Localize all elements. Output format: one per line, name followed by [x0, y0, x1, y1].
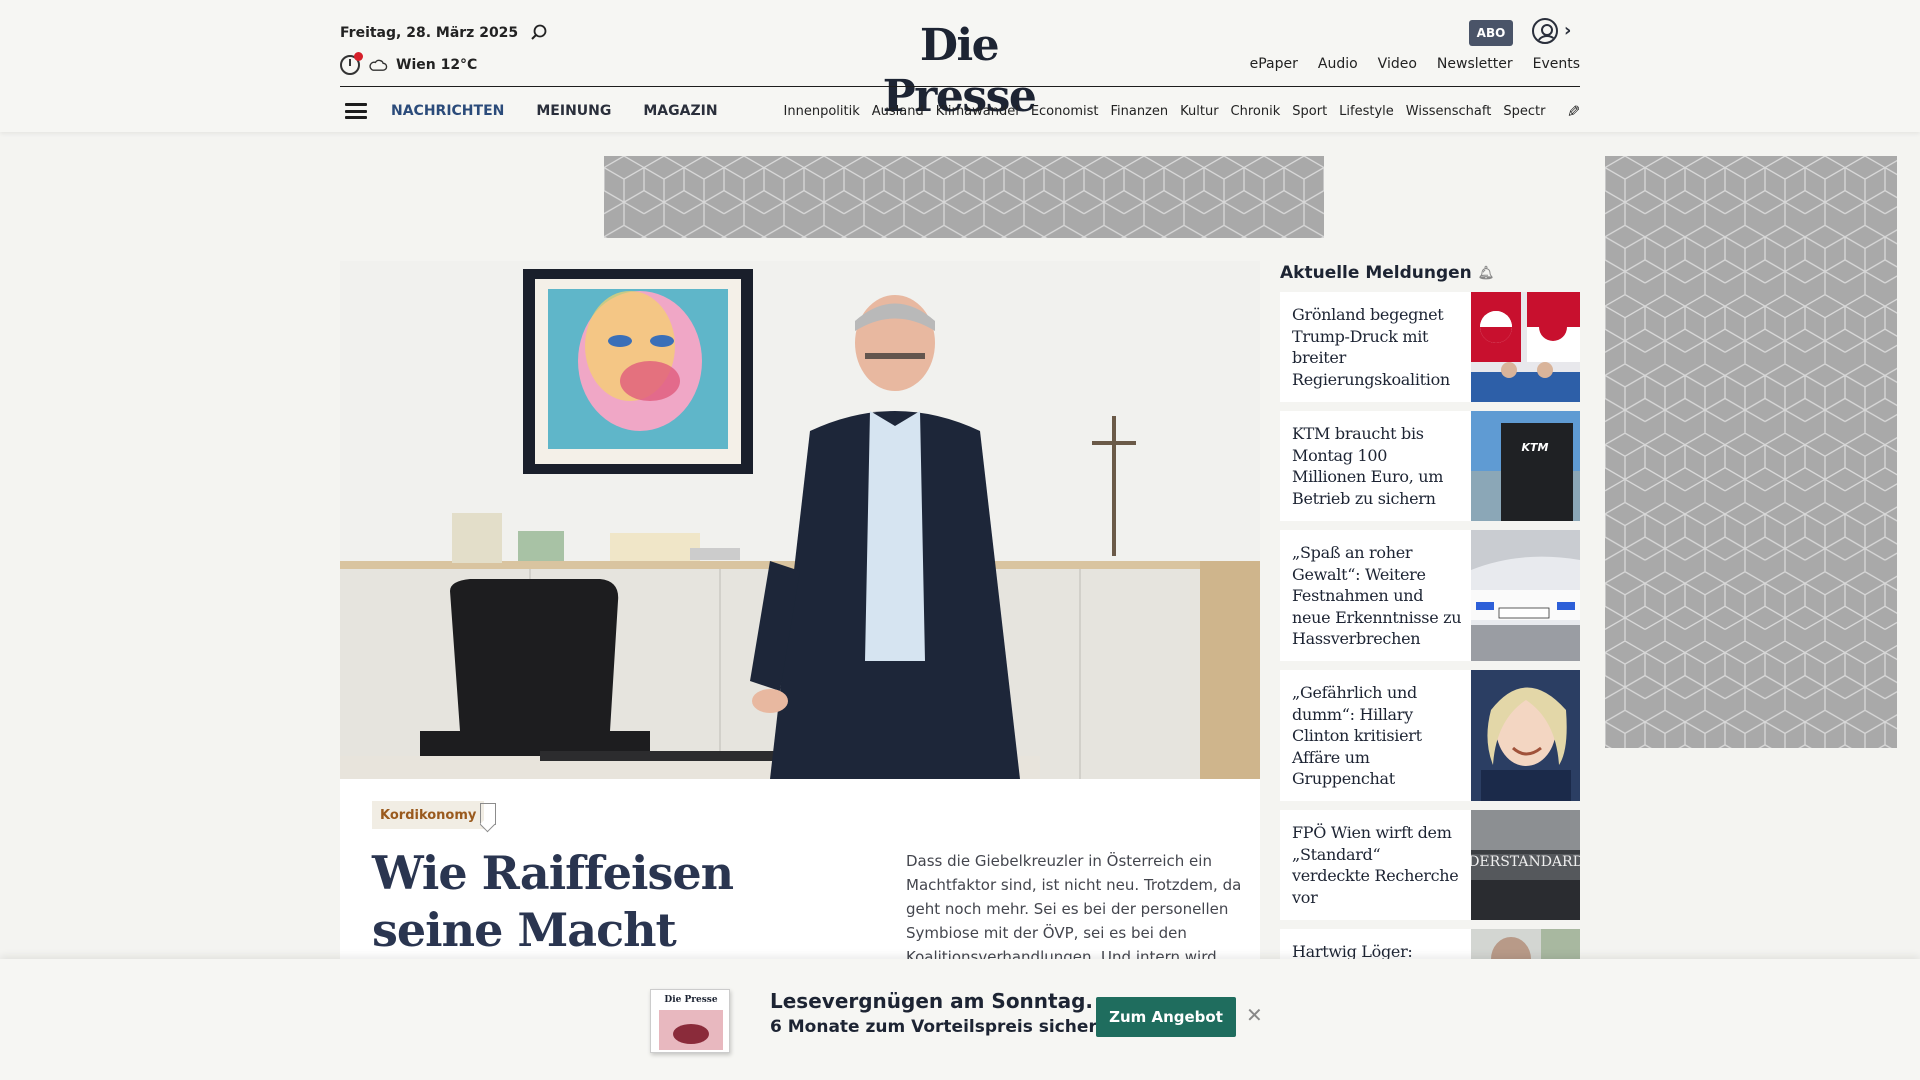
- nav-sub-sections: Innenpolitik Ausland Klimawandel Economi…: [784, 104, 1546, 119]
- news-ticker-heading: Aktuelle Meldungen: [1280, 263, 1472, 283]
- nav-sub-economist[interactable]: Economist: [1031, 104, 1099, 119]
- nav-sub-klimawandel[interactable]: Klimawandel: [936, 104, 1019, 119]
- ad-banner-top[interactable]: [604, 156, 1324, 238]
- nav-sub-lifestyle[interactable]: Lifestyle: [1339, 104, 1394, 119]
- link-epaper[interactable]: ePaper: [1250, 56, 1298, 72]
- bookmark-icon[interactable]: [480, 803, 496, 825]
- menu-icon[interactable]: [345, 103, 367, 119]
- offer-button[interactable]: Zum Angebot: [1096, 997, 1236, 1037]
- news-item-title: „Gefährlich und dumm“: Hillary Clinton k…: [1292, 683, 1422, 788]
- subscription-banner: Die Presse Lesevergnügen am Sonntag. 6 M…: [0, 959, 1920, 1080]
- nav-sub-innenpolitik[interactable]: Innenpolitik: [784, 104, 860, 119]
- nav-main-sections: NACHRICHTEN MEINUNG MAGAZIN: [391, 103, 718, 119]
- notification-dot: [354, 52, 363, 61]
- news-thumbnail: [1471, 530, 1580, 661]
- cloud-icon: [369, 59, 388, 71]
- bell-icon[interactable]: 🔔︎: [1478, 266, 1495, 281]
- news-thumbnail: KTM: [1471, 411, 1580, 521]
- nav-sub-finanzen[interactable]: Finanzen: [1110, 104, 1168, 119]
- standard-thumb-label: DERSTANDARD: [1471, 854, 1580, 870]
- news-item-title: „Spaß an roher Gewalt“: Weitere Festnahm…: [1292, 543, 1462, 648]
- ad-placeholder-pattern: [604, 156, 1324, 238]
- search-icon[interactable]: [530, 24, 548, 42]
- nav-sub-sport[interactable]: Sport: [1292, 104, 1327, 119]
- banner-subtitle: 6 Monate zum Vorteilspreis sichern.: [770, 1017, 1116, 1037]
- close-icon[interactable]: ✕: [1246, 1003, 1263, 1027]
- link-events[interactable]: Events: [1533, 56, 1580, 72]
- nav-sub-spectrum[interactable]: Spectrum: [1503, 104, 1545, 119]
- newspaper-thumbnail: Die Presse: [650, 989, 730, 1053]
- news-item[interactable]: „Gefährlich und dumm“: Hillary Clinton k…: [1280, 670, 1580, 801]
- thumb-brand: Die Presse: [664, 995, 717, 1005]
- news-thumbnail: DERSTANDARD: [1471, 810, 1580, 920]
- news-item[interactable]: Grönland begegnet Trump-Druck mit breite…: [1280, 292, 1580, 402]
- nav-sub-wissenschaft[interactable]: Wissenschaft: [1406, 104, 1492, 119]
- chevron-right-icon[interactable]: ›: [1564, 20, 1571, 41]
- clock-icon[interactable]: [340, 52, 363, 75]
- link-video[interactable]: Video: [1378, 56, 1417, 72]
- news-item-title: FPÖ Wien wirft dem „Standard“ verdeckte …: [1292, 823, 1459, 907]
- article-kicker[interactable]: Kordikonomy: [372, 801, 485, 829]
- abo-button[interactable]: ABO: [1469, 20, 1513, 46]
- header-divider: [340, 86, 1580, 87]
- user-account-icon[interactable]: [1532, 18, 1558, 44]
- nav-sub-chronik[interactable]: Chronik: [1231, 104, 1281, 119]
- ktm-thumb-label: KTM: [1522, 441, 1549, 454]
- service-links: ePaper Audio Video Newsletter Events: [1250, 56, 1580, 72]
- link-audio[interactable]: Audio: [1318, 56, 1358, 72]
- news-item-title: Grönland begegnet Trump-Druck mit breite…: [1292, 305, 1450, 389]
- link-newsletter[interactable]: Newsletter: [1437, 56, 1513, 72]
- ad-placeholder-pattern: [1605, 156, 1897, 748]
- nav-item-magazin[interactable]: MAGAZIN: [643, 103, 717, 119]
- article-teaser-card[interactable]: Kordikonomy Wie Raiffeisen seine Macht a…: [340, 779, 1260, 1014]
- nav-item-nachrichten[interactable]: NACHRICHTEN: [391, 103, 504, 119]
- news-thumbnail: [1471, 670, 1580, 801]
- hero-photo: [340, 261, 1260, 779]
- news-item[interactable]: FPÖ Wien wirft dem „Standard“ verdeckte …: [1280, 810, 1580, 920]
- edit-pen-icon[interactable]: ✎: [1567, 102, 1580, 121]
- ad-skyscraper-right[interactable]: [1605, 156, 1897, 748]
- main-navigation: NACHRICHTEN MEINUNG MAGAZIN Innenpolitik…: [340, 96, 1580, 126]
- banner-title: Lesevergnügen am Sonntag.: [770, 989, 1094, 1013]
- news-item[interactable]: „Spaß an roher Gewalt“: Weitere Festnahm…: [1280, 530, 1580, 661]
- news-thumbnail: [1471, 292, 1580, 402]
- article-hero-image[interactable]: [340, 261, 1260, 779]
- current-date: Freitag, 28. März 2025: [340, 25, 519, 41]
- site-header: Freitag, 28. März 2025 Wien 12°C Die Pre…: [0, 0, 1920, 132]
- date-bar: Freitag, 28. März 2025: [340, 24, 548, 42]
- news-ticker-title: Aktuelle Meldungen 🔔︎: [1280, 263, 1494, 283]
- news-item[interactable]: KTM braucht bis Montag 100 Millionen Eur…: [1280, 411, 1580, 521]
- weather-widget[interactable]: Wien 12°C: [340, 52, 478, 75]
- news-item-title: KTM braucht bis Montag 100 Millionen Eur…: [1292, 424, 1444, 508]
- nav-sub-kultur[interactable]: Kultur: [1180, 104, 1218, 119]
- nav-sub-ausland[interactable]: Ausland: [872, 104, 924, 119]
- nav-item-meinung[interactable]: MEINUNG: [536, 103, 611, 119]
- weather-text: Wien 12°C: [396, 57, 478, 73]
